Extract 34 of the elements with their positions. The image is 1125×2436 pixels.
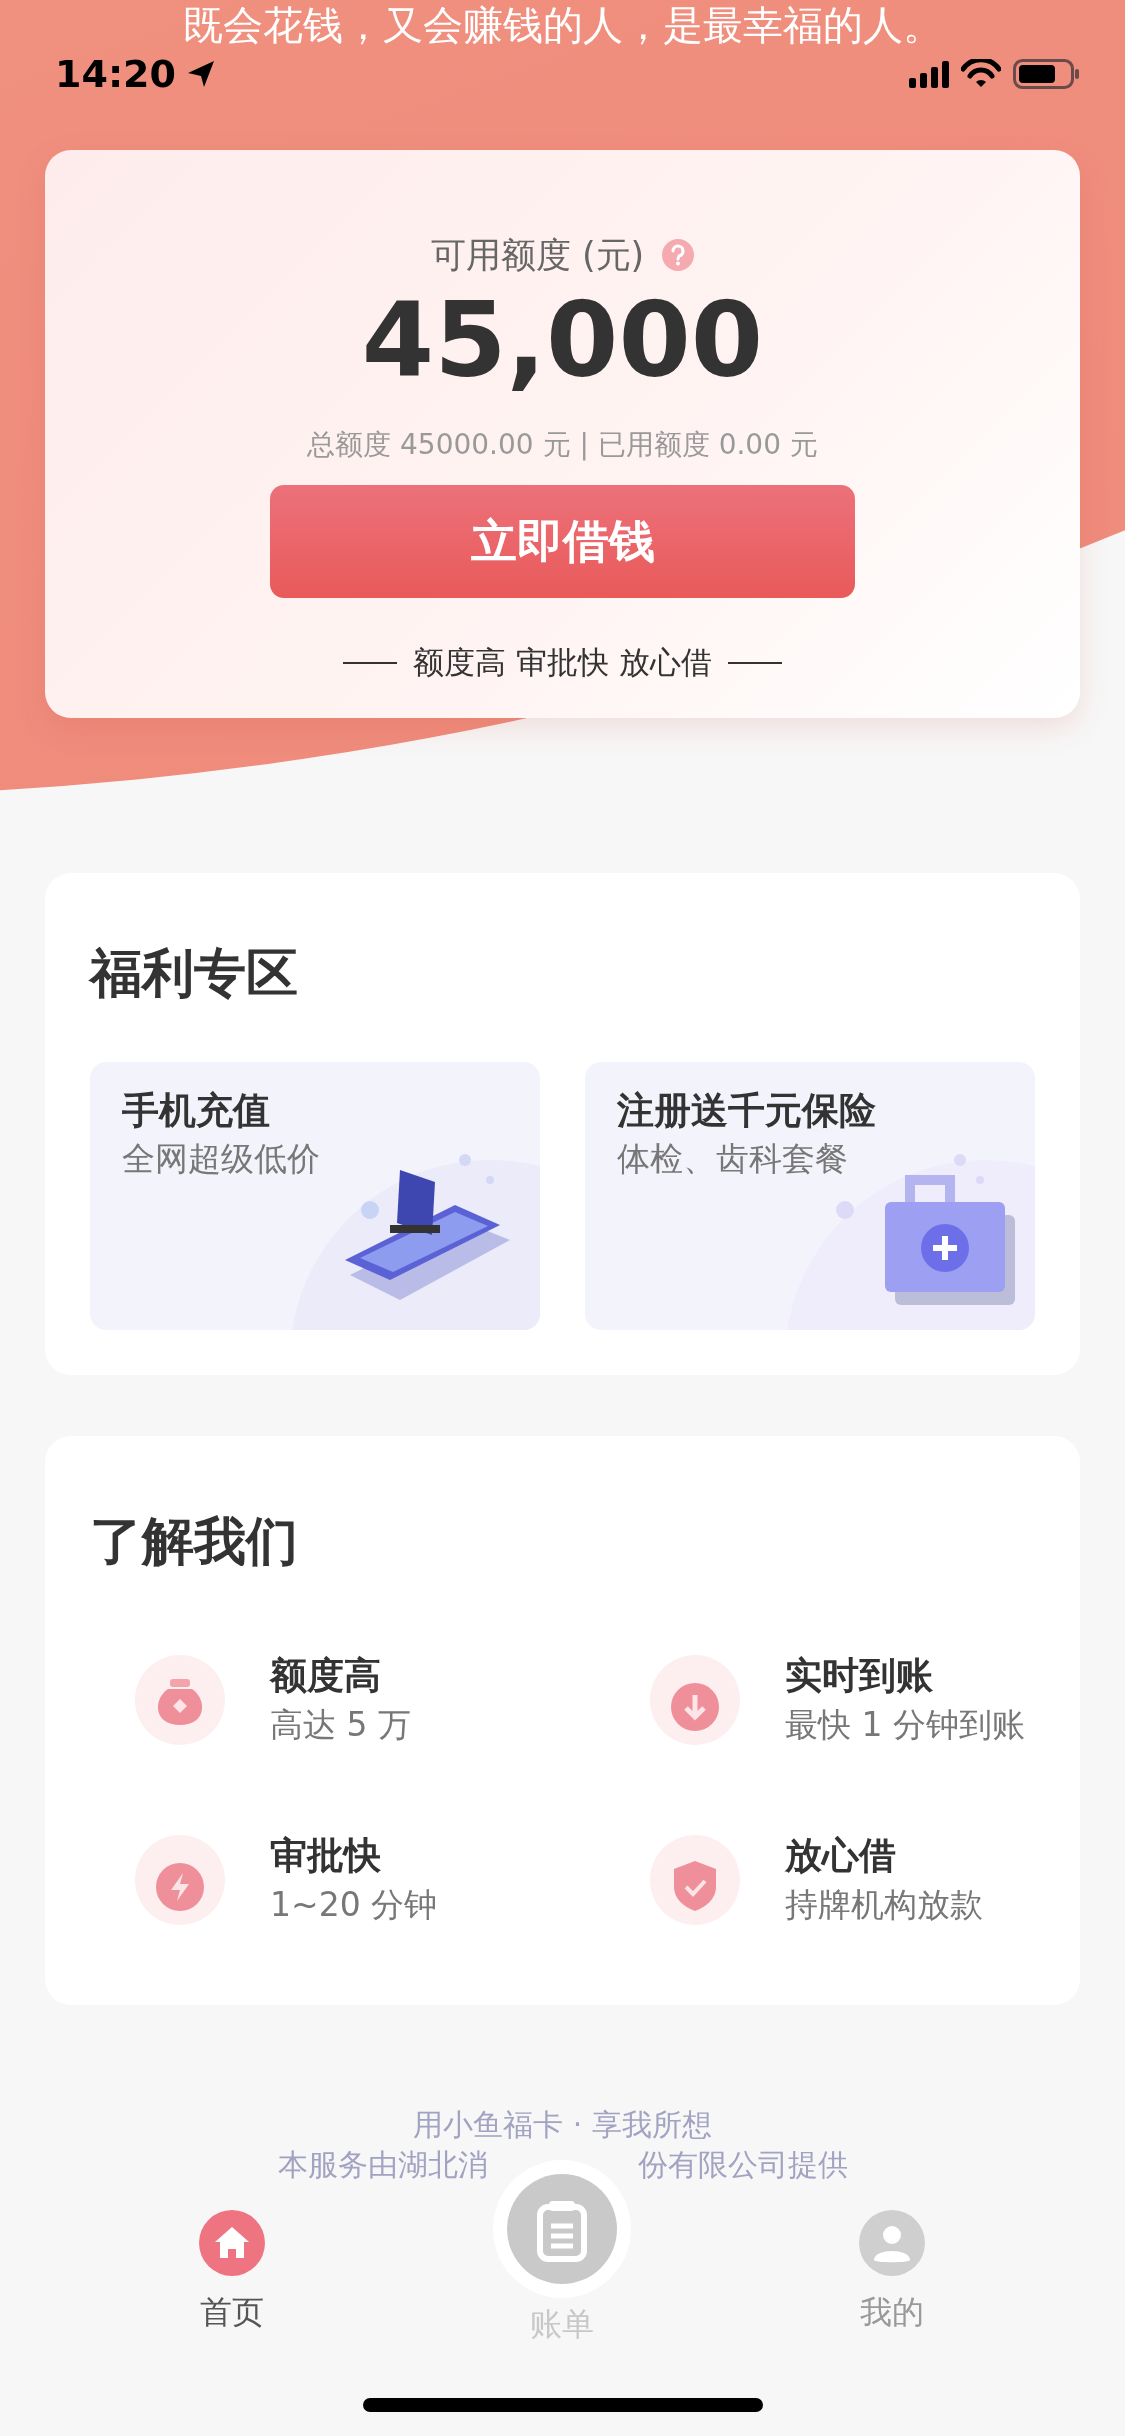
footer-notice: 本服务由湖北消 [277, 2146, 488, 2184]
section-title: 了解我们 [90, 1510, 299, 1573]
tile-title: 注册送千元保险 [617, 1088, 877, 1134]
section-title: 福利专区 [90, 942, 299, 1005]
wifi-icon [961, 59, 1001, 89]
lightning-icon [135, 1835, 225, 1925]
money-bag-icon [135, 1655, 225, 1745]
footer-notice: 份有限公司提供 [637, 2146, 848, 2184]
feature-subtitle: 高达 5 万 [270, 1704, 411, 1746]
feature-subtitle: 最快 1 分钟到账 [785, 1704, 1025, 1746]
feature-subtitle: 持牌机构放款 [785, 1884, 983, 1926]
slogan-text: 既会花钱，又会赚钱的人，是最幸福的人。 [181, 2, 944, 48]
feature-title: 审批快 [270, 1833, 382, 1879]
feature-title: 放心借 [785, 1833, 897, 1879]
tagline-text: 额度高 审批快 放心借 [413, 643, 712, 682]
help-icon [662, 239, 695, 271]
signal-icon [909, 60, 949, 88]
welfare-tile[interactable]: 手机充值 全网超级低价 [90, 1062, 540, 1330]
shield-check-icon [650, 1835, 740, 1925]
credit-label: 可用额度 (元) [430, 233, 645, 277]
credit-amount: 45,000 [361, 280, 764, 400]
clipboard-icon [507, 2174, 617, 2284]
feature-title: 额度高 [270, 1653, 382, 1699]
footer-motto: 用小鱼福卡 · 享我所想 [413, 2106, 712, 2144]
tile-title: 手机充值 [122, 1088, 271, 1134]
tile-subtitle: 体检、齿科套餐 [617, 1138, 849, 1180]
welfare-tile[interactable]: 注册送千元保险 体检、齿科套餐 [585, 1062, 1035, 1330]
tile-subtitle: 全网超级低价 [122, 1138, 321, 1180]
tab-item[interactable]: 首页 [67, 2210, 397, 2350]
status-time: 14:20 [55, 52, 176, 96]
feature-title: 实时到账 [785, 1653, 934, 1699]
credit-detail: 总额度 45000.00 元 | 已用额度 0.00 元 [307, 427, 818, 463]
battery-icon [1013, 59, 1080, 89]
feature-subtitle: 1~20 分钟 [270, 1884, 438, 1926]
